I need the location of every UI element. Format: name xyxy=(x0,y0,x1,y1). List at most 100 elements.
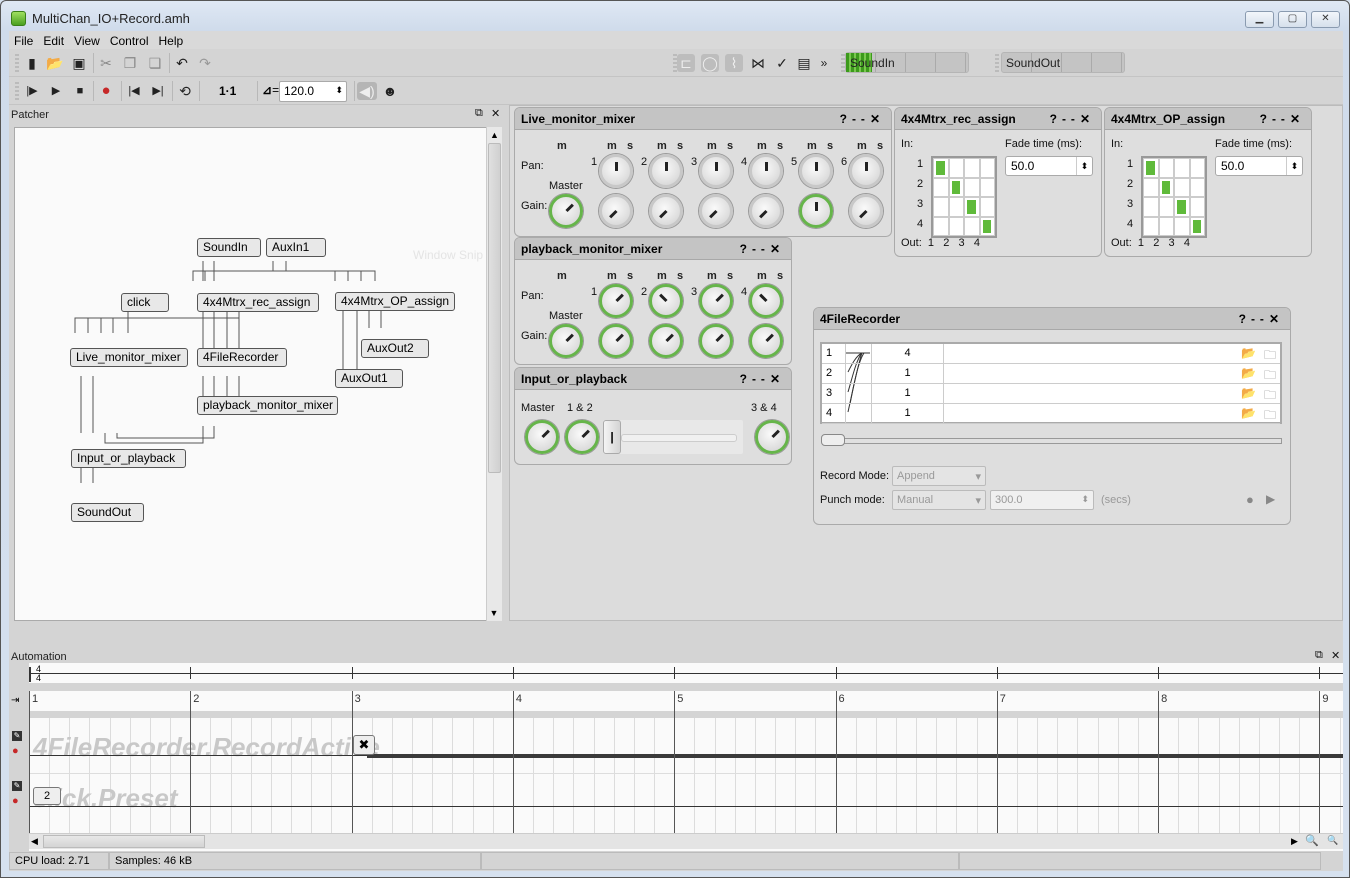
patcher-node-click[interactable]: click xyxy=(121,293,169,312)
matrix-cell[interactable] xyxy=(933,177,949,197)
spin-arrows-icon[interactable]: ⬍ xyxy=(1286,157,1302,175)
matrix-cell[interactable] xyxy=(1189,216,1205,236)
scroll-up-icon[interactable]: ▲ xyxy=(487,130,502,140)
gain-knob-5[interactable] xyxy=(799,194,833,228)
pan-knob-1[interactable] xyxy=(599,154,633,188)
zoom-in-icon[interactable]: 🔍 xyxy=(1305,834,1319,847)
matrix-cell[interactable] xyxy=(1174,177,1190,197)
automation-horizontal-scrollbar[interactable]: ◀ ▶ 🔍 🔍 xyxy=(29,833,1343,849)
fade-time-input[interactable]: 50.0 ⬍ xyxy=(1005,156,1093,176)
record-active-marker[interactable]: ✖ xyxy=(353,735,375,755)
play-icon[interactable]: ▶ xyxy=(1266,492,1275,506)
solo-button[interactable]: s xyxy=(777,140,783,152)
settings-check-icon[interactable]: ✓ xyxy=(773,54,791,72)
patcher-node-auxout1[interactable]: AuxOut1 xyxy=(335,369,403,388)
maximize-button[interactable]: ▢ xyxy=(1278,11,1307,28)
patcher-node-input-or-playback[interactable]: Input_or_playback xyxy=(71,449,186,468)
gain-34-knob[interactable] xyxy=(755,420,789,454)
track-channel[interactable]: 1 xyxy=(872,384,944,404)
master-gain-knob[interactable] xyxy=(549,194,583,228)
close-icon[interactable]: ✕ xyxy=(1331,649,1340,662)
recorder-position-slider[interactable] xyxy=(821,434,1282,446)
matrix-cell[interactable] xyxy=(979,197,995,217)
master-gain-knob[interactable] xyxy=(525,420,559,454)
close-button[interactable]: ✕ xyxy=(1311,11,1340,28)
panel-minimize-button[interactable]: -- xyxy=(752,242,770,256)
mute-button[interactable]: m xyxy=(657,140,667,152)
open-folder-icon[interactable]: 📂 xyxy=(1241,406,1256,420)
matrix-cell[interactable] xyxy=(1174,158,1190,178)
gain-knob-1[interactable] xyxy=(599,194,633,228)
gain-knob-3[interactable] xyxy=(699,194,733,228)
automation-view-icon[interactable]: ⌇ xyxy=(725,54,743,72)
play-from-start-icon[interactable]: |▶ xyxy=(23,82,41,100)
play-icon[interactable]: ▶ xyxy=(47,82,65,100)
patcher-view-icon[interactable]: ⊏ xyxy=(677,54,695,72)
record-arm-icon[interactable]: ● xyxy=(12,795,19,807)
scroll-right-icon[interactable]: ▶ xyxy=(1291,836,1298,847)
matrix-cell[interactable] xyxy=(1143,158,1159,178)
toolbar-grip[interactable] xyxy=(995,54,999,72)
panel-minimize-button[interactable]: -- xyxy=(1251,312,1269,326)
matrix-cell[interactable] xyxy=(948,197,964,217)
panel-minimize-button[interactable]: -- xyxy=(1272,112,1290,126)
record-mode-select[interactable]: Append ▾ xyxy=(892,466,986,486)
mute-button[interactable]: m xyxy=(757,270,767,282)
recorder-track-row[interactable]: 1 4 📂 🗀 xyxy=(822,344,1280,364)
close-icon[interactable]: ✕ xyxy=(491,107,500,120)
fade-time-input[interactable]: 50.0 ⬍ xyxy=(1215,156,1303,176)
matrix-cell[interactable] xyxy=(979,177,995,197)
float-icon[interactable]: ⧉ xyxy=(475,107,483,120)
help-button[interactable]: ? xyxy=(840,112,852,126)
panel-close-button[interactable]: ✕ xyxy=(770,372,785,386)
matrix-cell[interactable] xyxy=(979,158,995,178)
gain-knob-2[interactable] xyxy=(649,194,683,228)
matrix-cell[interactable] xyxy=(964,197,980,217)
menu-control[interactable]: Control xyxy=(105,31,154,48)
matrix-cell[interactable] xyxy=(1189,158,1205,178)
master-mute-button[interactable]: m xyxy=(557,270,567,282)
mute-button[interactable]: m xyxy=(857,140,867,152)
master-mute-button[interactable]: m xyxy=(557,140,567,152)
crossfade-slider[interactable]: | xyxy=(603,420,743,454)
automation-timeline[interactable]: 44 4FileRecorder.RecordActive ✖ click.Pr… xyxy=(29,663,1343,853)
record-arm-icon[interactable]: ● xyxy=(12,745,19,757)
solo-button[interactable]: s xyxy=(777,270,783,282)
help-button[interactable]: ? xyxy=(1050,112,1062,126)
mute-button[interactable]: m xyxy=(607,270,617,282)
minimize-button[interactable]: ▁ xyxy=(1245,11,1274,28)
menu-file[interactable]: File xyxy=(9,31,38,48)
follow-playhead-icon[interactable]: ⇥ xyxy=(11,695,19,706)
matrix-cell[interactable] xyxy=(948,158,964,178)
matrix-cell[interactable] xyxy=(948,177,964,197)
mood-icon[interactable]: ☻ xyxy=(381,82,399,100)
solo-button[interactable]: s xyxy=(727,270,733,282)
stop-icon[interactable]: ■ xyxy=(71,82,89,100)
track-channel[interactable]: 1 xyxy=(872,404,944,424)
patcher-node-soundout[interactable]: SoundOut xyxy=(71,503,144,522)
pan-knob-3[interactable] xyxy=(699,154,733,188)
gain-knob-6[interactable] xyxy=(849,194,883,228)
matrix-cell[interactable] xyxy=(1158,197,1174,217)
pan-knob-4[interactable] xyxy=(749,284,783,318)
loop-icon[interactable]: ⟲ xyxy=(176,82,194,100)
cut-icon[interactable]: ✂ xyxy=(97,54,115,72)
recorder-track-row[interactable]: 2 1 📂 🗀 xyxy=(822,364,1280,384)
menu-view[interactable]: View xyxy=(69,31,105,48)
overflow-chevron-icon[interactable]: » xyxy=(815,54,833,72)
export-folder-icon[interactable]: 🗀 xyxy=(1264,406,1276,427)
toolbar-grip[interactable] xyxy=(15,54,19,72)
patcher-node-playback-monitor-mixer[interactable]: playback_monitor_mixer xyxy=(197,396,338,415)
pan-knob-5[interactable] xyxy=(799,154,833,188)
open-folder-icon[interactable]: 📂 xyxy=(46,54,64,72)
track-channel[interactable]: 4 xyxy=(872,344,944,364)
tempo-input[interactable]: 120.0 ⬍ xyxy=(279,81,347,102)
matrix-cell[interactable] xyxy=(1143,216,1159,236)
matrix-cell[interactable] xyxy=(964,216,980,236)
preset-marker[interactable]: 2 xyxy=(33,787,61,805)
save-icon[interactable]: ▣ xyxy=(70,54,88,72)
menu-edit[interactable]: Edit xyxy=(38,31,69,48)
panel-minimize-button[interactable]: -- xyxy=(852,112,870,126)
help-button[interactable]: ? xyxy=(1239,312,1251,326)
solo-button[interactable]: s xyxy=(677,270,683,282)
